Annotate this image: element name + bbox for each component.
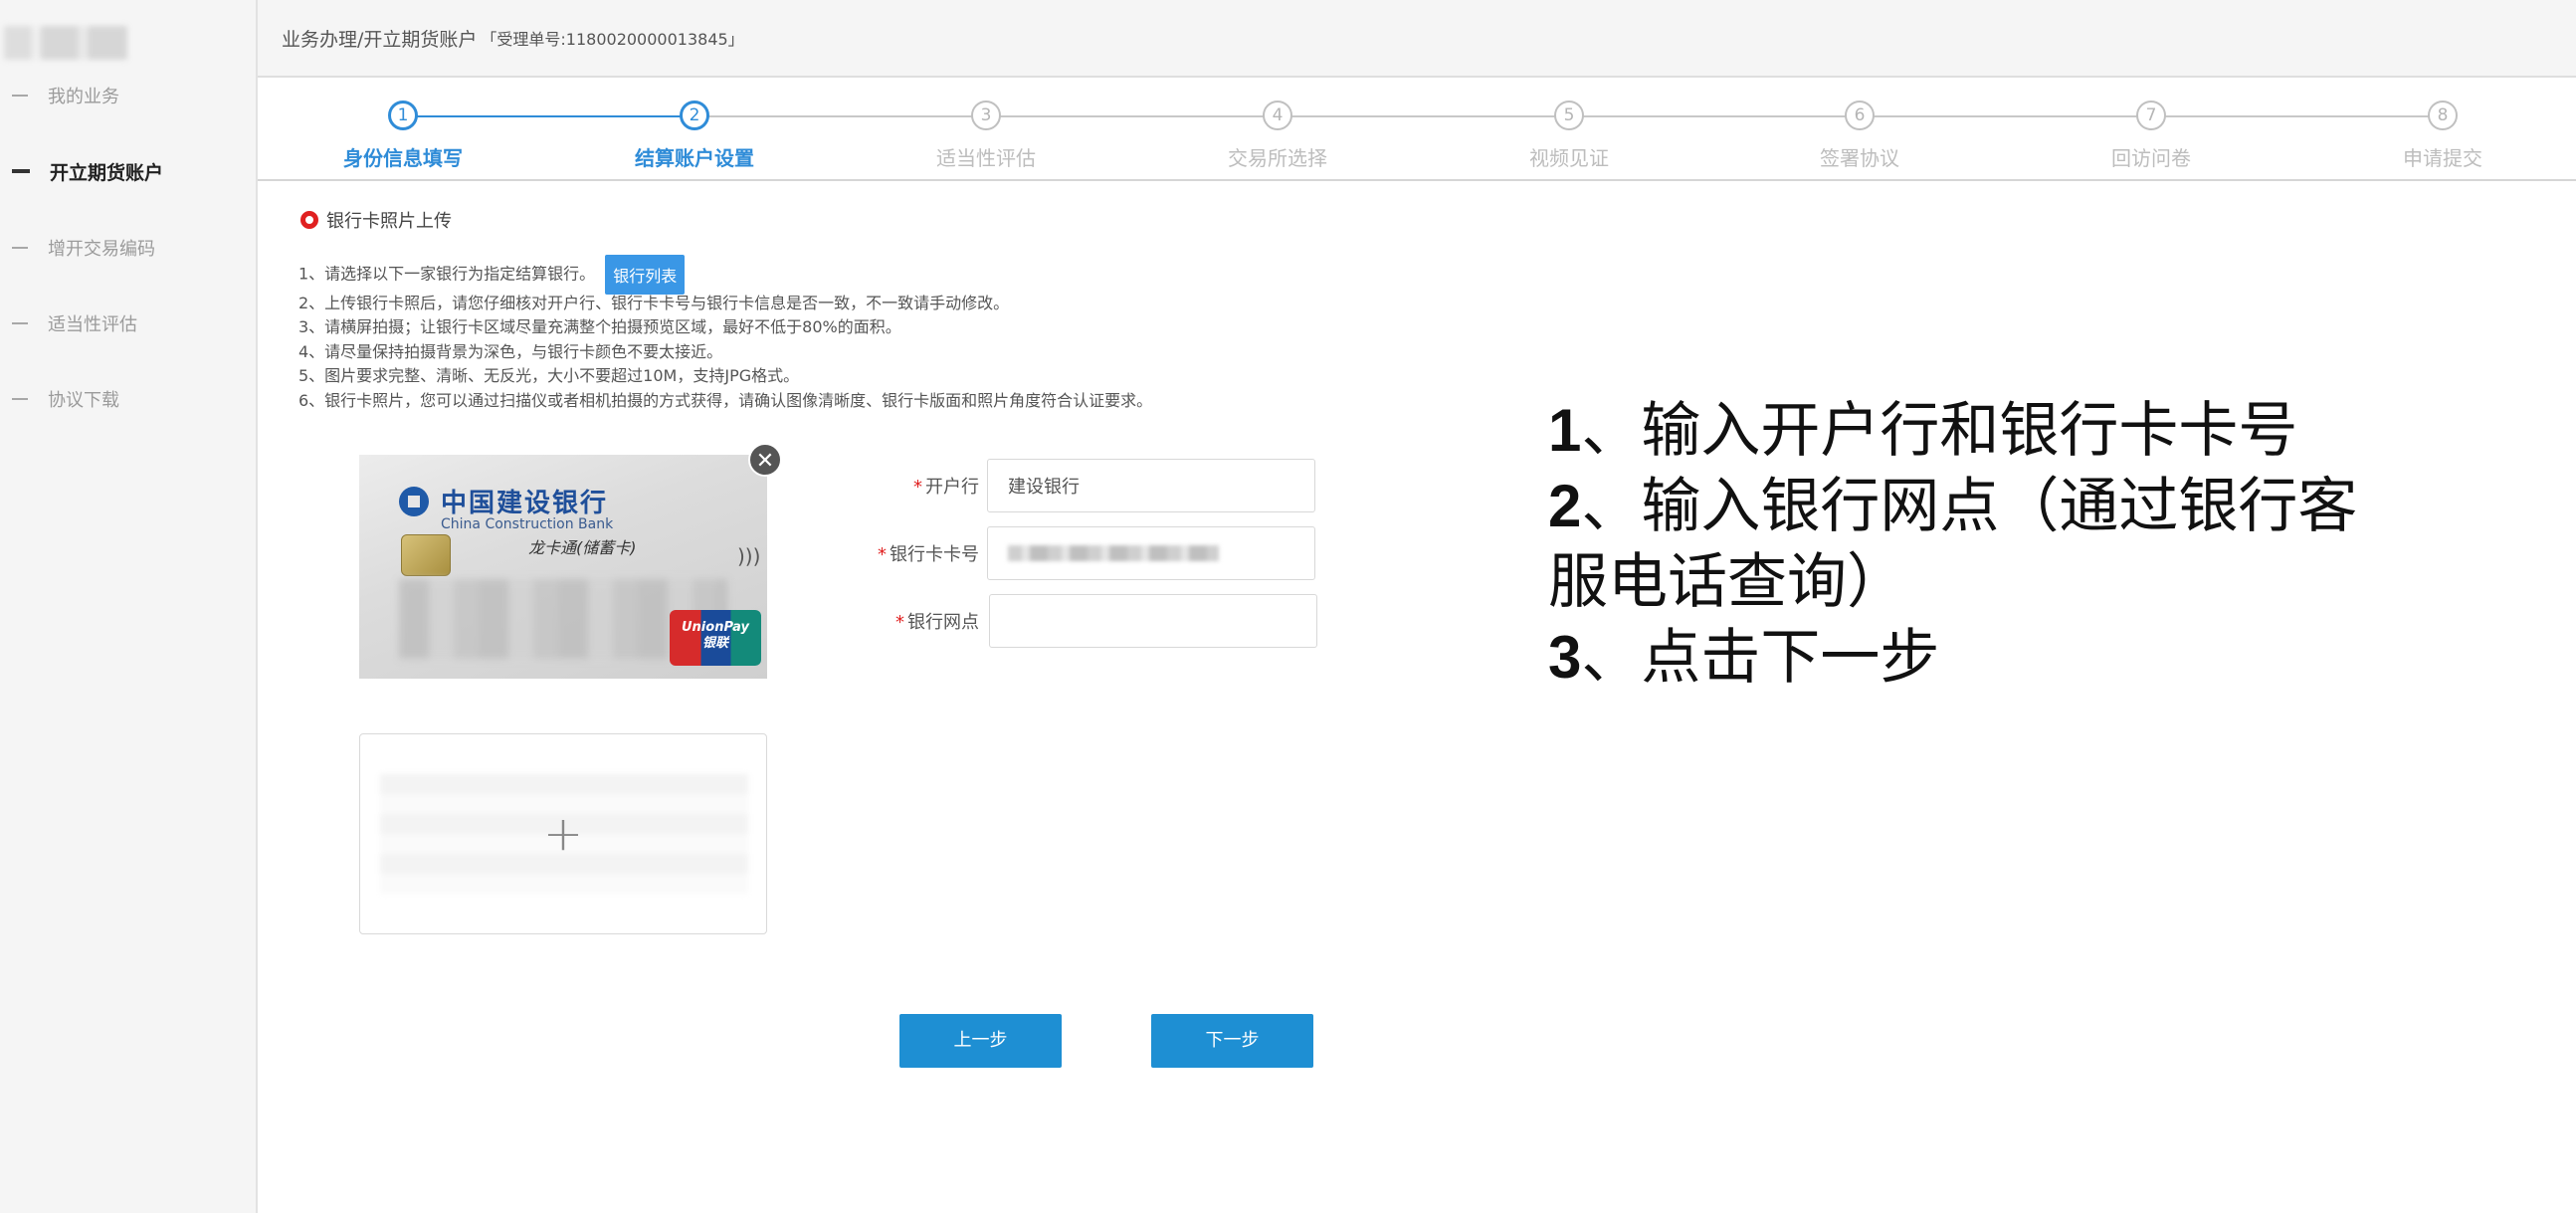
annotation-text: 1、输入开户行和银行卡卡号 2、输入银行网点（通过银行客 服电话查询） 3、点击…	[1548, 393, 2357, 696]
prev-step-button[interactable]: 上一步	[899, 1014, 1062, 1068]
step-label: 回访问卷	[2111, 146, 2191, 170]
annotation-num: 1	[1548, 397, 1582, 464]
step-settlement-account: 2 结算账户设置	[595, 101, 794, 171]
step-label: 视频见证	[1529, 146, 1609, 170]
step-label: 身份信息填写	[343, 146, 463, 170]
step-suitability: 3 适当性评估	[887, 101, 1086, 171]
sidebar-item-add-trading-code[interactable]: 增开交易编码	[0, 228, 256, 268]
form-row-branch: * 银行网点	[836, 594, 1317, 648]
branch-label-text: 银行网点	[907, 612, 979, 633]
dash-icon	[12, 322, 28, 324]
step-submit: 8 申请提交	[2343, 101, 2542, 171]
bank-list-button[interactable]: 银行列表	[605, 255, 686, 295]
bank-input[interactable]: 建设银行	[987, 459, 1315, 512]
required-mark: *	[913, 477, 922, 498]
card-number-label: * 银行卡卡号	[836, 540, 987, 566]
step-label: 签署协议	[1820, 146, 1899, 170]
required-mark: *	[895, 612, 904, 633]
annotation-num: 2	[1548, 473, 1582, 539]
instruction-line: 3、请横屏拍摄；让银行卡区域尽量充满整个拍摄预览区域，最好不低于80%的面积。	[298, 317, 901, 336]
step-exchange: 4 交易所选择	[1178, 101, 1377, 171]
sidebar-item-label: 增开交易编码	[48, 239, 155, 260]
logo	[4, 26, 127, 60]
bank-label-text: 开户行	[925, 477, 979, 498]
plus-icon: +	[542, 806, 584, 862]
sidebar-item-agreement-download[interactable]: 协议下载	[0, 379, 256, 419]
sidebar-item-suitability[interactable]: 适当性评估	[0, 303, 256, 343]
annotation-line: 3、点击下一步	[1548, 620, 2357, 696]
annotation-line-text: 服电话查询）	[1548, 547, 1906, 617]
step-identity: 1 身份信息填写	[303, 101, 502, 171]
bank-card-photo: 中国建设银行 China Construction Bank 龙卡通(储蓄卡) …	[359, 455, 767, 679]
masked-card-number	[1008, 545, 1219, 561]
instruction-line: 6、银行卡照片，您可以通过扫描仪或者相机拍摄的方式获得，请确认图像清晰度、银行卡…	[298, 391, 1153, 410]
dash-icon	[12, 247, 28, 249]
sidebar-item-my-business[interactable]: 我的业务	[0, 76, 256, 115]
card-number-label-text: 银行卡卡号	[890, 544, 979, 565]
step-number: 5	[1554, 101, 1584, 130]
step-number: 7	[2136, 101, 2166, 130]
step-video: 5 视频见证	[1470, 101, 1669, 171]
branch-label: * 银行网点	[836, 608, 987, 634]
sidebar-item-label: 开立期货账户	[50, 161, 164, 184]
step-number: 6	[1845, 101, 1875, 130]
step-label: 交易所选择	[1228, 146, 1327, 170]
dash-icon	[12, 95, 28, 97]
ccb-logo-icon	[399, 487, 429, 516]
step-sign: 6 签署协议	[1760, 101, 1959, 171]
card-number-input[interactable]	[987, 526, 1315, 580]
remove-photo-close-icon[interactable]: ✕	[748, 443, 782, 477]
header: 业务办理/开立期货账户 「受理单号:1180020000013845」	[258, 0, 2576, 78]
unionpay-text: UnionPay	[682, 620, 749, 635]
branch-input[interactable]	[989, 594, 1317, 648]
breadcrumb: 业务办理/开立期货账户	[282, 28, 478, 51]
sidebar: 我的业务 开立期货账户 增开交易编码 适当性评估 协议下载	[0, 0, 258, 1213]
step-progress: 1 身份信息填写 2 结算账户设置 3 适当性评估 4 交易所选择 5 视频见证…	[258, 80, 2576, 181]
section-title: 银行卡照片上传	[300, 207, 452, 233]
ticket-number: 「受理单号:1180020000013845」	[481, 30, 744, 49]
instruction-line: 2、上传银行卡照后，请您仔细核对开户行、银行卡卡号与银行卡信息是否一致，不一致请…	[298, 294, 1010, 312]
contactless-icon: )))	[737, 544, 761, 568]
sidebar-item-label: 我的业务	[48, 87, 119, 107]
chip-icon	[401, 534, 451, 576]
form-row-bank: * 开户行 建设银行	[836, 459, 1315, 512]
unionpay-text-cn: 银联	[701, 636, 728, 651]
card-bank-name-en: China Construction Bank	[441, 516, 614, 532]
annotation-line: 2、输入银行网点（通过银行客	[1548, 469, 2357, 544]
instruction-text: 1、请选择以下一家银行为指定结算银行。	[298, 264, 596, 284]
required-mark: *	[878, 544, 887, 565]
radio-dot-icon	[300, 211, 318, 229]
card-bank-name: 中国建设银行	[441, 489, 609, 518]
step-label: 结算账户设置	[635, 146, 754, 170]
unionpay-logo: UnionPay 银联	[670, 610, 761, 666]
instruction-line: 1、请选择以下一家银行为指定结算银行。 银行列表	[298, 255, 686, 295]
step-number: 1	[388, 101, 418, 130]
step-survey: 7 回访问卷	[2052, 101, 2251, 171]
annotation-line: 1、输入开户行和银行卡卡号	[1548, 393, 2357, 469]
step-number: 3	[971, 101, 1001, 130]
step-number: 4	[1263, 101, 1292, 130]
instruction-line: 5、图片要求完整、清晰、无反光，大小不要超过10M，支持JPG格式。	[298, 366, 800, 385]
form-row-card-number: * 银行卡卡号	[836, 526, 1315, 580]
step-label: 适当性评估	[936, 146, 1036, 170]
dash-icon	[12, 398, 28, 400]
section-title-text: 银行卡照片上传	[326, 211, 452, 232]
dash-icon	[12, 169, 30, 173]
card-type: 龙卡通(储蓄卡)	[528, 538, 637, 557]
step-number: 8	[2428, 101, 2458, 130]
annotation-num: 3	[1548, 624, 1582, 691]
annotation-line-text: 、输入开户行和银行卡卡号	[1581, 396, 2298, 466]
sidebar-item-label: 适当性评估	[48, 314, 137, 335]
annotation-line-text: 、点击下一步	[1581, 623, 1940, 693]
upload-photo-box[interactable]: +	[359, 733, 767, 934]
bank-label: * 开户行	[836, 473, 987, 499]
annotation-line-text: 、输入银行网点（通过银行客	[1581, 472, 2358, 541]
instruction-line: 4、请尽量保持拍摄背景为深色，与银行卡颜色不要太接近。	[298, 342, 723, 361]
step-label: 申请提交	[2403, 146, 2482, 170]
sidebar-item-label: 协议下载	[48, 390, 119, 411]
annotation-line: 服电话查询）	[1548, 544, 2357, 620]
next-step-button[interactable]: 下一步	[1151, 1014, 1313, 1068]
step-number: 2	[680, 101, 709, 130]
sidebar-item-open-account[interactable]: 开立期货账户	[0, 151, 256, 191]
